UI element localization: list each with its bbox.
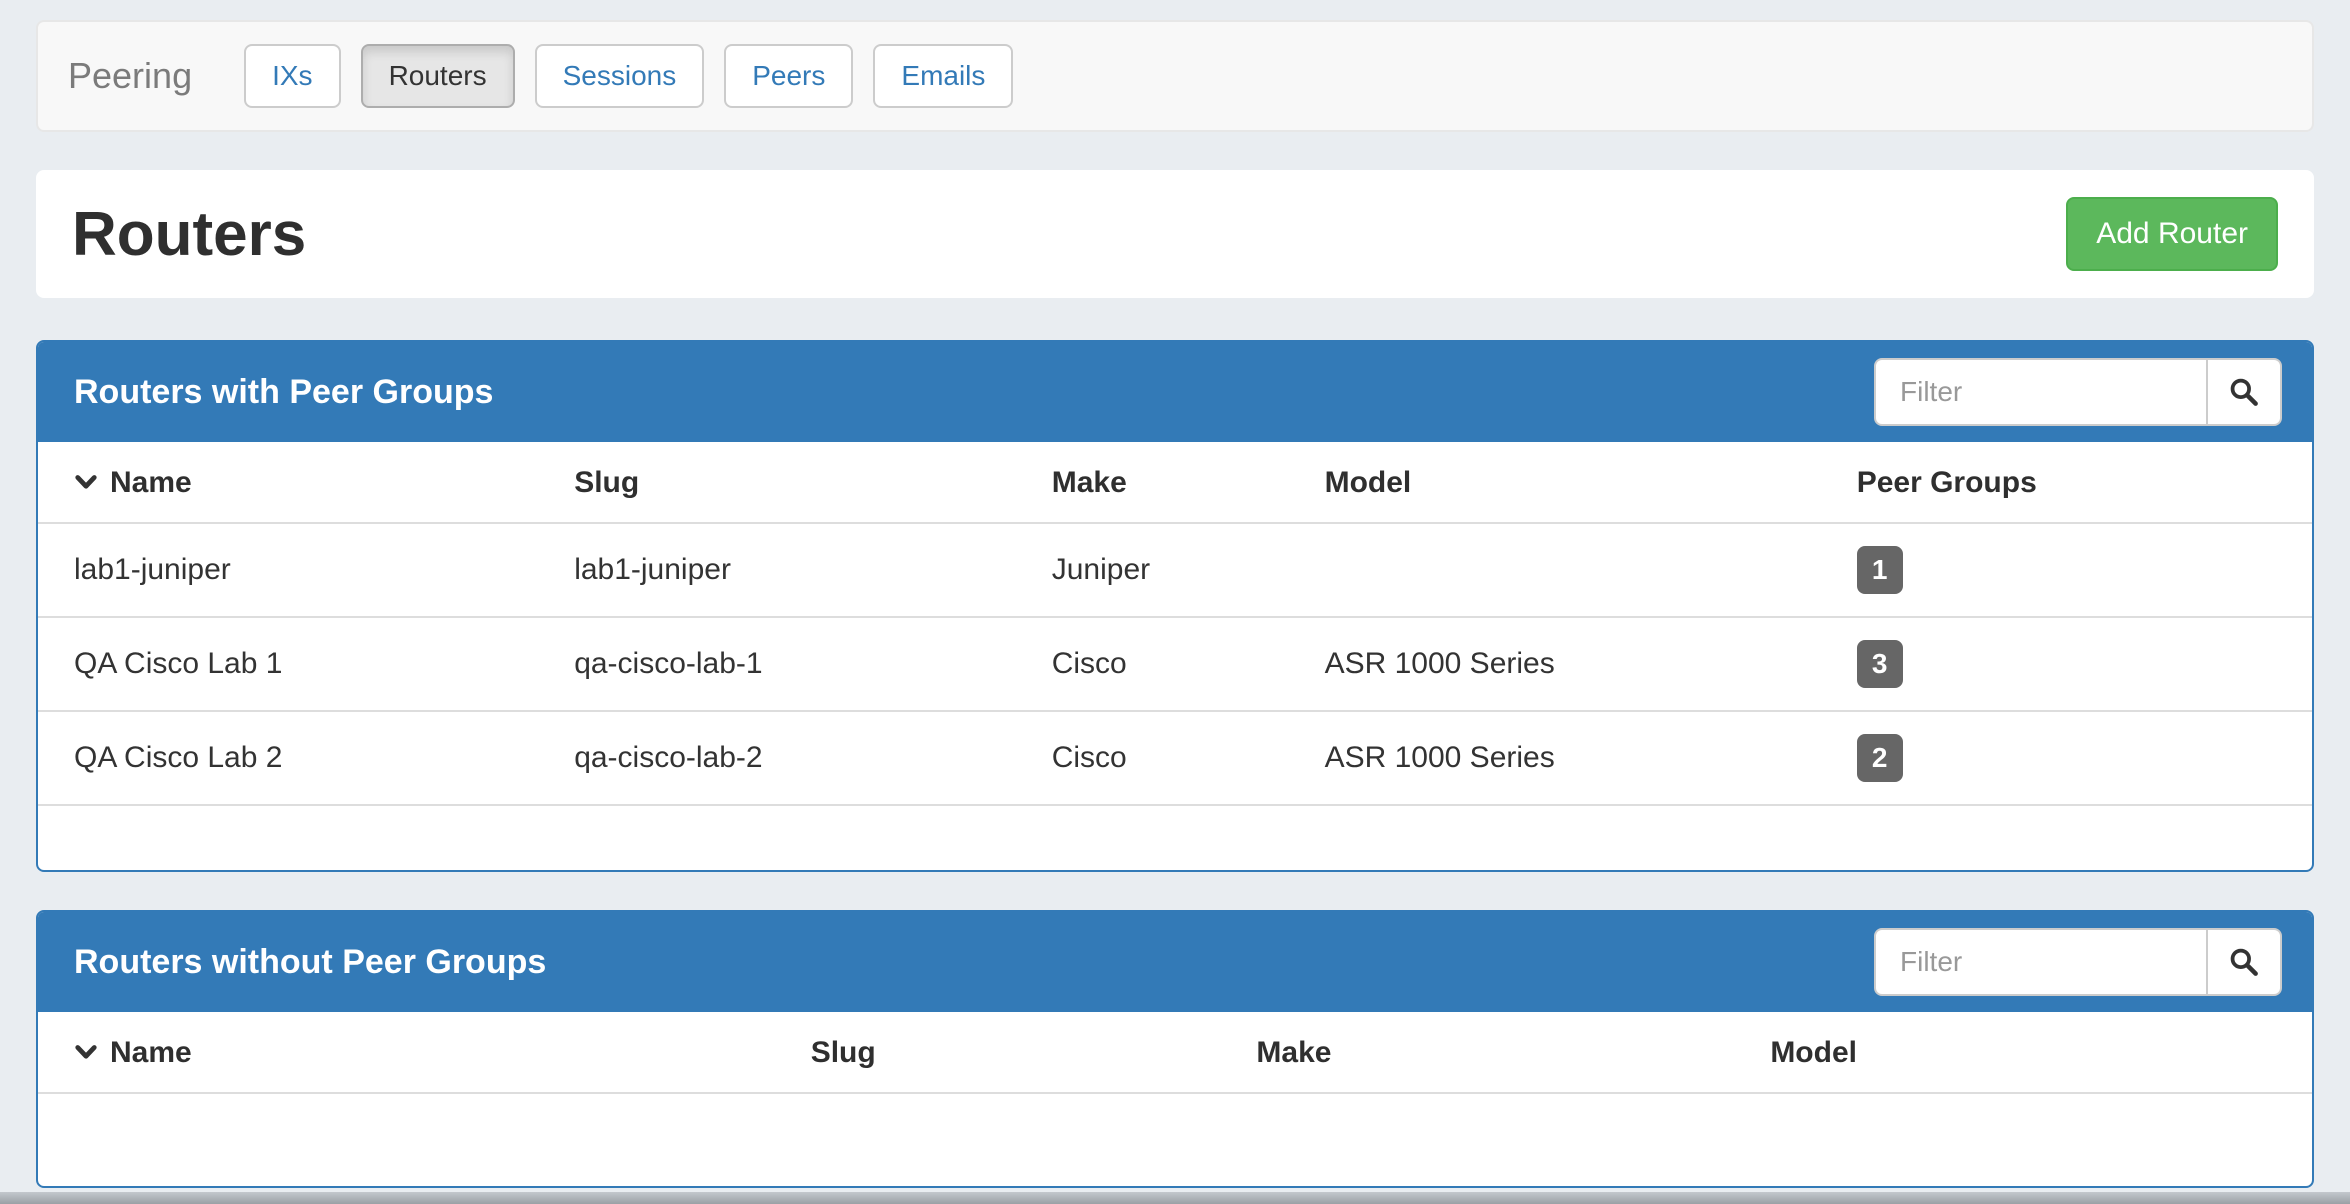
table-header-row: Name Slug Make Model Peer Groups	[38, 442, 2312, 523]
nav-button-peers[interactable]: Peers	[724, 44, 853, 108]
column-header-make[interactable]: Make	[1032, 442, 1305, 523]
column-header-peer-groups[interactable]: Peer Groups	[1837, 442, 2312, 523]
column-header-slug[interactable]: Slug	[554, 442, 1032, 523]
panel-title: Routers without Peer Groups	[74, 943, 546, 982]
panel-heading: Routers without Peer Groups	[38, 912, 2312, 1012]
nav-button-ixs[interactable]: IXs	[244, 44, 340, 108]
page-title: Routers	[72, 199, 306, 270]
search-icon	[2229, 947, 2259, 977]
column-header-model[interactable]: Model	[1305, 442, 1837, 523]
peer-groups-badge: 2	[1857, 734, 1903, 782]
peer-groups-badge: 3	[1857, 640, 1903, 688]
column-header-make[interactable]: Make	[1236, 1012, 1750, 1093]
cell-model: ASR 1000 Series	[1305, 617, 1837, 711]
filter-group	[1874, 358, 2282, 426]
filter-input[interactable]	[1874, 928, 2208, 996]
cell-model	[1305, 523, 1837, 617]
column-header-name[interactable]: Name	[38, 442, 554, 523]
panel-title: Routers with Peer Groups	[74, 373, 493, 412]
navbar-brand[interactable]: Peering	[68, 55, 192, 97]
cell-make: Juniper	[1032, 523, 1305, 617]
routers-without-peer-groups-table: Name Slug Make Model	[38, 1012, 2312, 1094]
search-button[interactable]	[2206, 358, 2282, 426]
nav-button-emails[interactable]: Emails	[873, 44, 1013, 108]
search-icon	[2229, 377, 2259, 407]
table-row: QA Cisco Lab 1 qa-cisco-lab-1 Cisco ASR …	[38, 617, 2312, 711]
filter-input[interactable]	[1874, 358, 2208, 426]
panel-bottom-space	[38, 806, 2312, 870]
panel-heading: Routers with Peer Groups	[38, 342, 2312, 442]
peer-groups-badge: 1	[1857, 546, 1903, 594]
cell-slug: qa-cisco-lab-1	[554, 617, 1032, 711]
page-header: Routers Add Router	[36, 170, 2314, 298]
sort-descending-icon	[74, 1040, 98, 1064]
sort-descending-icon	[74, 470, 98, 494]
nav-button-sessions[interactable]: Sessions	[535, 44, 705, 108]
table-header-row: Name Slug Make Model	[38, 1012, 2312, 1093]
window-bottom-edge	[0, 1192, 2350, 1204]
cell-model: ASR 1000 Series	[1305, 711, 1837, 805]
panel-routers-without-peer-groups: Routers without Peer Groups	[36, 910, 2314, 1188]
filter-group	[1874, 928, 2282, 996]
cell-peer-groups: 2	[1837, 711, 2312, 805]
cell-peer-groups: 3	[1837, 617, 2312, 711]
navbar: Peering IXs Routers Sessions Peers Email…	[36, 20, 2314, 132]
cell-make: Cisco	[1032, 711, 1305, 805]
cell-name: QA Cisco Lab 2	[38, 711, 554, 805]
cell-slug: qa-cisco-lab-2	[554, 711, 1032, 805]
routers-with-peer-groups-table: Name Slug Make Model Peer Groups lab1-ju…	[38, 442, 2312, 806]
panel-routers-with-peer-groups: Routers with Peer Groups	[36, 340, 2314, 872]
cell-name: QA Cisco Lab 1	[38, 617, 554, 711]
column-header-model[interactable]: Model	[1750, 1012, 2312, 1093]
cell-peer-groups: 1	[1837, 523, 2312, 617]
table-row: QA Cisco Lab 2 qa-cisco-lab-2 Cisco ASR …	[38, 711, 2312, 805]
add-router-button[interactable]: Add Router	[2066, 197, 2278, 271]
cell-name: lab1-juniper	[38, 523, 554, 617]
cell-slug: lab1-juniper	[554, 523, 1032, 617]
nav-button-routers[interactable]: Routers	[361, 44, 515, 108]
table-row: lab1-juniper lab1-juniper Juniper 1	[38, 523, 2312, 617]
cell-make: Cisco	[1032, 617, 1305, 711]
empty-table-space	[38, 1094, 2312, 1186]
search-button[interactable]	[2206, 928, 2282, 996]
column-header-slug[interactable]: Slug	[791, 1012, 1237, 1093]
column-header-name[interactable]: Name	[38, 1012, 791, 1093]
